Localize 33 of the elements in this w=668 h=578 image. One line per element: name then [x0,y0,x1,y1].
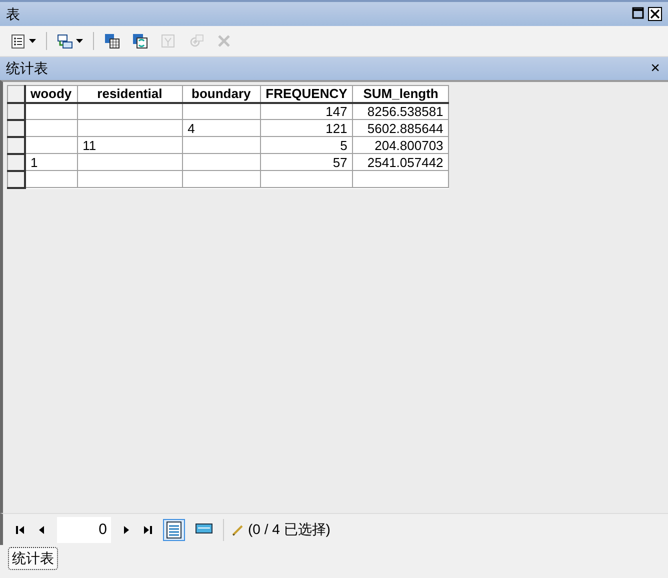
record-field[interactable]: 0 [57,516,111,542]
table-cell: 57 [260,154,353,170]
first-record-button[interactable] [13,524,27,534]
table-cell: 8256.538581 [352,102,449,120]
table-cell: 147 [260,102,353,120]
caret-icon[interactable] [29,39,36,43]
table-cell: 4 [182,120,260,136]
column-header[interactable]: SUM_length [352,86,449,102]
selection-count: (0 / 4 已选择) [248,520,330,539]
row-header[interactable] [8,86,24,102]
table-cell: 1 [24,154,78,170]
switch-selection-button[interactable] [130,33,150,49]
column-header[interactable]: boundary [182,86,260,102]
restore-icon[interactable] [632,7,644,19]
last-record-button[interactable] [141,524,155,534]
column-header[interactable]: residential [77,86,182,102]
table-select-button[interactable] [102,33,122,49]
table-cell: 121 [260,120,353,136]
panel-title: 统计表 [6,59,48,78]
close-icon[interactable] [648,7,662,21]
close-button[interactable]: × [648,56,662,80]
table-cell: 2541.057442 [352,154,449,170]
table-cell: 5 [260,136,353,154]
table-tab[interactable]: 统计表 [8,546,58,570]
table-cell: 204.800703 [352,136,449,154]
related-tables-button[interactable] [55,33,85,49]
table-cell: 5602.885644 [352,120,449,136]
column-header[interactable]: woody [24,86,78,102]
pencil-icon [232,524,244,536]
column-header[interactable]: FREQUENCY [260,86,353,102]
caret-icon[interactable] [76,39,83,43]
table-cell: 11 [77,136,182,154]
window-title: 表 [6,4,20,24]
